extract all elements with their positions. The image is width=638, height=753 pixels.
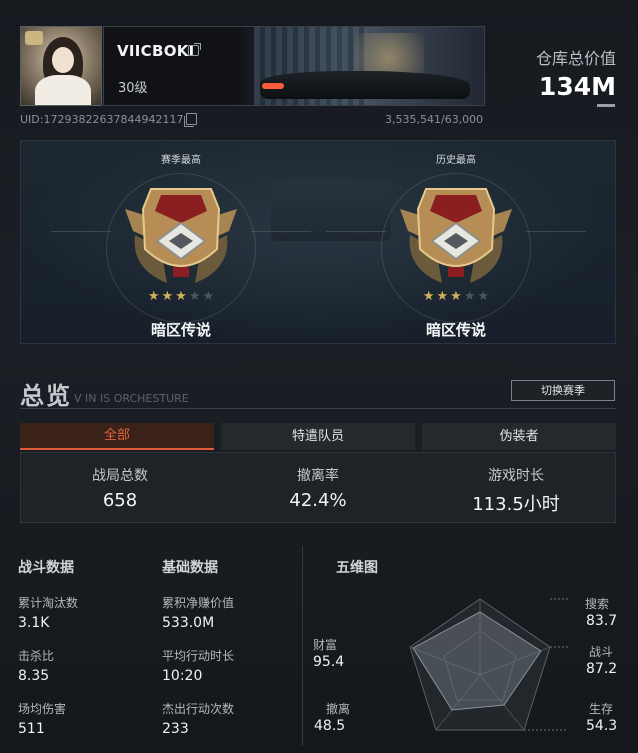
radar-chart [409, 598, 568, 731]
radar-label-extraction: 撤离 [326, 702, 351, 716]
overview-divider [20, 408, 616, 409]
summary-value: 658 [102, 490, 138, 511]
star-icon: ★ [422, 289, 435, 304]
stat-value: 8.35 [18, 668, 50, 684]
rank-title: 历史最高 [436, 155, 476, 166]
summary-panel: 战局总数 658 撤离率 42.4% 游戏时长 113.5小时 [20, 452, 616, 523]
stat-value: 533.0M [162, 615, 215, 631]
edit-name-icon[interactable] [188, 43, 201, 56]
basic-stats-title: 基础数据 [162, 560, 218, 576]
rank-name: 暗区传说 [425, 321, 486, 339]
rank-title: 赛季最高 [161, 155, 201, 166]
rank-stars: ★ ★ ★ ★ ★ [144, 290, 218, 304]
star-icon: ★ [477, 289, 490, 304]
copy-uid-icon[interactable] [184, 113, 197, 127]
radar-value-combat: 87.2 [586, 661, 618, 677]
rank-line-right [251, 231, 311, 232]
radar-value-search: 83.7 [586, 613, 618, 629]
rank-panel: 赛季最高 ★ ★ ★ ★ ★ 暗区传说 历史最高 ★ ★ ★ ★ ★ 暗区传说 [20, 140, 616, 344]
summary-value: 42.4% [289, 490, 347, 511]
rank-stars: ★ ★ ★ ★ ★ [419, 290, 493, 304]
star-icon: ★ [188, 289, 201, 304]
stat-value: 3.1K [18, 615, 50, 631]
overview-subtitle: V IN IS ORCHESTURE [74, 392, 189, 405]
tab-all[interactable]: 全部 [20, 423, 214, 450]
radar-label-wealth: 财富 [313, 638, 338, 652]
player-xp: 3,535,541/63,000 [385, 113, 484, 126]
stat-total-eliminations: 累计淘汰数 3.1K [18, 594, 138, 631]
star-icon: ★ [463, 289, 476, 304]
profile-banner [103, 26, 485, 106]
stat-outstanding-raids: 杰出行动次数 233 [162, 700, 282, 737]
star-icon: ★ [436, 289, 449, 304]
avatar-dress [35, 75, 91, 105]
summary-playtime: 游戏时长 113.5小时 [417, 453, 615, 522]
rank-line-right [526, 231, 586, 232]
vault-value: 134M [538, 72, 616, 101]
radar-label-combat: 战斗 [589, 645, 614, 659]
radar-label-survival: 生存 [589, 702, 614, 716]
summary-value: 113.5小时 [472, 494, 560, 515]
player-level: 30级 [118, 81, 148, 96]
vault-underline [597, 104, 615, 107]
star-icon: ★ [202, 289, 215, 304]
stat-avg-raid-time: 平均行动时长 10:20 [162, 647, 282, 684]
star-icon: ★ [147, 289, 160, 304]
rank-season-best[interactable]: 赛季最高 ★ ★ ★ ★ ★ 暗区传说 [51, 141, 311, 343]
banner-car-light [262, 83, 284, 89]
stat-avg-damage: 场均伤害 511 [18, 700, 138, 737]
stat-value: 511 [18, 721, 45, 737]
stat-kd-ratio: 击杀比 8.35 [18, 647, 138, 684]
legend-rank-badge-icon [400, 188, 512, 283]
tab-disguiser[interactable]: 伪装者 [422, 423, 616, 450]
radar-title: 五维图 [336, 560, 378, 576]
summary-extract-rate: 撤离率 42.4% [219, 453, 417, 522]
radar-value-survival: 54.3 [586, 718, 618, 734]
summary-label: 撤离率 [297, 468, 339, 484]
player-uid: UID:172938226378449421​17 [20, 113, 184, 126]
banner-car [260, 71, 470, 99]
stat-label: 杰出行动次数 [162, 702, 235, 716]
switch-season-button[interactable]: 切换赛季 [511, 380, 615, 401]
rank-name: 暗区传说 [150, 321, 211, 339]
stat-label: 累计淘汰数 [18, 596, 79, 610]
rank-line-left [51, 231, 111, 232]
summary-label: 游戏时长 [488, 468, 544, 484]
radar-value-extraction: 48.5 [314, 718, 346, 734]
player-name: VIICBOKI [117, 42, 195, 60]
legend-rank-badge-icon [125, 188, 237, 283]
radar-label-search: 搜索 [585, 597, 610, 611]
star-icon: ★ [161, 289, 174, 304]
combat-stats-title: 战斗数据 [18, 560, 74, 576]
mode-tabs: 全部 特遣队员 伪装者 [20, 423, 616, 450]
stat-net-profit: 累积净赚价值 533.0M [162, 594, 282, 631]
star-icon: ★ [175, 289, 187, 304]
tab-operators[interactable]: 特遣队员 [221, 423, 415, 450]
stat-label: 场均伤害 [18, 702, 67, 716]
avatar-accessory [25, 31, 43, 45]
stat-value: 10:20 [162, 668, 203, 684]
summary-matches: 战局总数 658 [21, 453, 219, 522]
stat-label: 击杀比 [18, 649, 55, 663]
stat-label: 累积净赚价值 [162, 596, 235, 610]
avatar-face [52, 47, 74, 73]
vault-label: 仓库总价值 [535, 49, 616, 68]
section-divider [302, 546, 303, 746]
stat-label: 平均行动时长 [162, 649, 235, 663]
star-icon: ★ [450, 289, 462, 304]
overview-title: 总览 [20, 382, 72, 410]
player-avatar[interactable] [20, 26, 102, 106]
stat-value: 233 [162, 721, 189, 737]
rank-all-time-best[interactable]: 历史最高 ★ ★ ★ ★ ★ 暗区传说 [326, 141, 586, 343]
radar-value-wealth: 95.4 [313, 654, 345, 670]
summary-label: 战局总数 [92, 468, 148, 484]
rank-line-left [326, 231, 386, 232]
